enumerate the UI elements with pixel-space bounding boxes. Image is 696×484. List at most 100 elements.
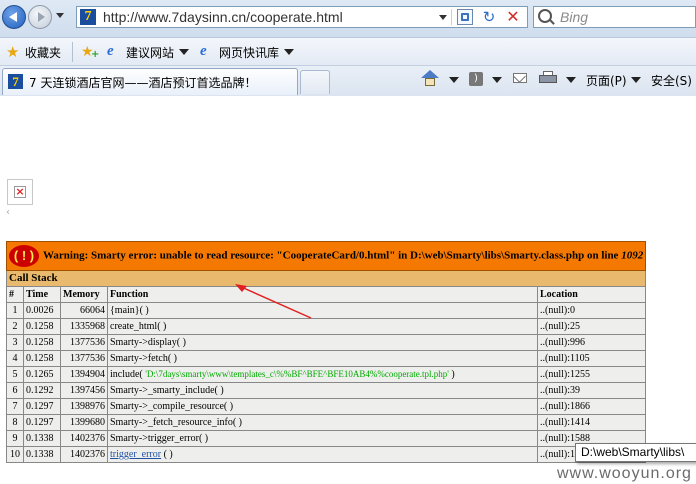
row-num: 2: [6, 318, 24, 335]
safety-menu-button[interactable]: 安全(S): [651, 72, 692, 89]
site-favicon-icon: 7: [80, 9, 96, 25]
row-num: 5: [6, 366, 24, 383]
row-time: 0.1265: [23, 366, 61, 383]
table-row: 10 0.1338 1402376 trigger_error ( ) ..(n…: [6, 446, 647, 463]
row-memory: 1335968: [60, 318, 108, 335]
url-text[interactable]: http://www.7daysinn.cn/cooperate.html: [103, 9, 343, 25]
row-memory: 1377536: [60, 350, 108, 367]
arrow-head: [235, 284, 247, 292]
print-icon[interactable]: [539, 71, 557, 85]
row-function: Smarty->_fetch_resource_info( ): [107, 414, 538, 431]
tab-active[interactable]: 7 7 天连锁酒店官网——酒店预订首选品牌！: [2, 68, 298, 95]
row-location: ..(null):1866: [536, 398, 647, 415]
read-mail-icon[interactable]: [513, 73, 527, 83]
forward-button[interactable]: [28, 5, 52, 29]
row-function: include( 'D:\7days\smarty\www\templates_…: [107, 366, 538, 383]
row-time: 0.0026: [23, 302, 61, 319]
table-row: 3 0.1258 1377536 Smarty->display( ) ..(n…: [6, 334, 647, 351]
row-time: 0.1258: [23, 350, 61, 367]
row-num: 3: [6, 334, 24, 351]
page-menu-button[interactable]: 页面(P): [586, 72, 627, 89]
row-num: 8: [6, 414, 24, 431]
rss-feed-icon[interactable]: ): [469, 72, 483, 86]
smarty-error-table: ( ! ) Warning: Smarty error: unable to re…: [5, 241, 647, 463]
row-time: 0.1258: [23, 318, 61, 335]
function-name: include(: [110, 369, 146, 380]
row-function: Smarty->trigger_error( ): [107, 430, 538, 447]
column-header: Memory: [60, 286, 108, 303]
row-num: 7: [6, 398, 24, 415]
broken-image-placeholder: ×: [7, 179, 33, 205]
chevron-down-icon[interactable]: [449, 77, 459, 83]
compatibility-view-icon[interactable]: [457, 9, 473, 25]
search-placeholder: Bing: [560, 9, 589, 25]
row-memory: 1398976: [60, 398, 108, 415]
location-tooltip: D:\web\Smarty\libs\: [575, 443, 696, 462]
row-time: 0.1338: [23, 430, 61, 447]
chevron-down-icon[interactable]: [284, 49, 294, 55]
site-favicon-icon: 7: [8, 74, 23, 89]
function-argument: 'D:\7days\smarty\www\templates_c\%%BF^BF…: [145, 369, 449, 379]
search-box[interactable]: Bing: [533, 6, 696, 28]
ie-icon: e: [107, 43, 114, 59]
home-icon[interactable]: [421, 70, 439, 86]
row-memory: 1397456: [60, 382, 108, 399]
caret-glyph: ‹: [6, 207, 10, 218]
row-location: ..(null):1255: [536, 366, 647, 383]
row-function: Smarty->_compile_resource( ): [107, 398, 538, 415]
row-time: 0.1297: [23, 414, 61, 431]
row-memory: 1402376: [60, 446, 108, 463]
url-dropdown-icon[interactable]: [439, 15, 447, 20]
address-bar[interactable]: 7 http://www.7daysinn.cn/cooperate.html …: [76, 6, 528, 28]
favorites-item-suggested-sites[interactable]: 建议网站: [126, 44, 174, 61]
page-content: × ‹ ( ! ) Warning: Smarty error: unable t…: [0, 96, 696, 484]
row-function: Smarty->display( ): [107, 334, 538, 351]
function-close: ( ): [161, 449, 173, 460]
favorites-item-web-slice-gallery[interactable]: 网页快讯库: [219, 44, 279, 61]
row-location: ..(null):0: [536, 302, 647, 319]
add-to-favorites-bar-icon[interactable]: ★: [81, 44, 99, 63]
row-memory: 1399680: [60, 414, 108, 431]
trigger-error-link[interactable]: trigger_error: [110, 449, 161, 460]
column-header: Time: [23, 286, 61, 303]
row-time: 0.1258: [23, 334, 61, 351]
table-row: 2 0.1258 1335968 create_html( ) ..(null)…: [6, 318, 647, 335]
favorites-bar: ★ 收藏夹 ★ e 建议网站 e 网页快讯库: [0, 37, 696, 66]
recent-pages-dropdown-icon[interactable]: [56, 13, 64, 18]
table-row: 1 0.0026 66064 {main}( ) ..(null):0: [6, 302, 647, 319]
row-location: ..(null):1414: [536, 414, 647, 431]
row-time: 0.1292: [23, 382, 61, 399]
table-row: 4 0.1258 1377536 Smarty->fetch( ) ..(nul…: [6, 350, 647, 367]
row-num: 10: [6, 446, 24, 463]
error-message: Warning: Smarty error: unable to read re…: [43, 249, 622, 262]
row-num: 9: [6, 430, 24, 447]
new-tab-button[interactable]: [300, 70, 330, 94]
row-function: Smarty->fetch( ): [107, 350, 538, 367]
stop-icon[interactable]: ✕: [505, 9, 521, 25]
row-time: 0.1338: [23, 446, 61, 463]
tab-title: 7 天连锁酒店官网——酒店预订首选品牌！: [29, 76, 257, 90]
row-memory: 1394904: [60, 366, 108, 383]
favorites-button[interactable]: 收藏夹: [25, 44, 61, 61]
row-num: 6: [6, 382, 24, 399]
separator: [72, 42, 73, 62]
chevron-down-icon[interactable]: [566, 77, 576, 83]
favorites-star-icon[interactable]: ★: [6, 44, 19, 60]
warning-icon: ( ! ): [9, 245, 39, 267]
chevron-down-icon[interactable]: [631, 77, 641, 83]
back-button[interactable]: [2, 5, 26, 29]
address-toolbar: 7 http://www.7daysinn.cn/cooperate.html …: [0, 0, 696, 37]
row-num: 4: [6, 350, 24, 367]
error-line: 1092: [621, 249, 644, 262]
ie-icon: e: [200, 43, 207, 59]
row-function: Smarty->_smarty_include( ): [107, 382, 538, 399]
function-close: ): [448, 369, 455, 380]
watermark: www.wooyun.org: [557, 465, 692, 482]
chevron-down-icon[interactable]: [492, 77, 502, 83]
row-location: ..(null):996: [536, 334, 647, 351]
chevron-down-icon[interactable]: [179, 49, 189, 55]
refresh-icon[interactable]: ↻: [481, 9, 497, 25]
search-icon[interactable]: [538, 9, 552, 23]
arrow-line: [238, 285, 312, 319]
broken-image-icon: ×: [14, 185, 26, 198]
